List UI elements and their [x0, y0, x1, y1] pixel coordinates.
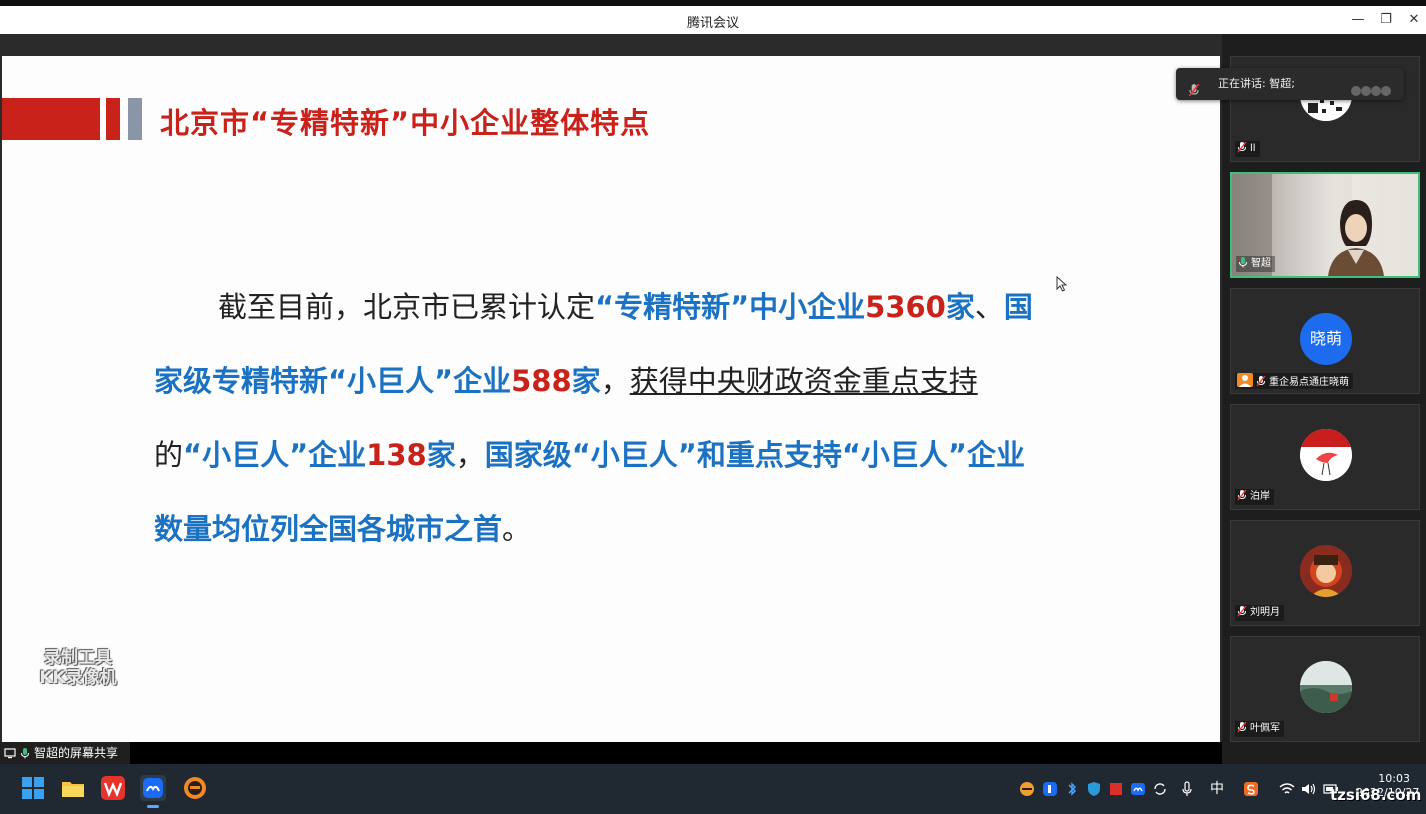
participant-tile[interactable]: 叶佩军 [1230, 636, 1420, 742]
mic-muted-icon [1256, 375, 1266, 387]
crane-avatar-icon [1300, 429, 1352, 481]
participant-name: 泊岸 [1235, 489, 1274, 505]
mouse-cursor-icon [1056, 275, 1068, 296]
share-label-text: 智超的屏幕共享 [34, 746, 119, 760]
security-shield-icon[interactable] [1085, 780, 1103, 798]
body-text-plain: 。 [502, 512, 532, 546]
body-number-highlight: 138 [366, 438, 427, 472]
body-text-plain: 、 [974, 290, 1004, 324]
participant-name-text: 智超 [1251, 258, 1271, 269]
site-watermark: tzsi68.com [1330, 786, 1422, 804]
body-number-highlight: 5360 [865, 290, 946, 324]
screen-share-label[interactable]: 智超的屏幕共享 [0, 742, 130, 764]
file-explorer-icon[interactable] [60, 775, 86, 801]
slide-body-paragraph: 截至目前，北京市已累计认定“专精特新”中小企业5360家、国家级专精特新“小巨人… [154, 270, 1044, 566]
title-decoration-bar [128, 98, 142, 140]
tray-app-icon[interactable] [1018, 780, 1036, 798]
tencent-meeting-tray-icon[interactable] [1129, 780, 1147, 798]
participant-name: 智超 [1236, 256, 1275, 272]
window-title: 腾讯会议 [686, 16, 739, 31]
mic-muted-icon [1237, 605, 1247, 617]
user-icon [1237, 373, 1253, 387]
body-text-plain: ， [455, 438, 485, 472]
minimize-button[interactable]: — [1346, 10, 1370, 30]
body-text-plain: 截至目前，北京市已累计认定 [218, 290, 596, 324]
participant-name-text: 叶佩军 [1250, 723, 1280, 734]
microphone-icon[interactable] [1178, 780, 1196, 798]
sync-icon[interactable] [1151, 780, 1169, 798]
body-text-highlight: “专精特新”中小企业 [595, 290, 866, 324]
speaking-indicator: 正在讲话: 智超; [1176, 68, 1404, 100]
wifi-icon[interactable] [1278, 780, 1296, 798]
speaking-text: 正在讲话: 智超; [1218, 77, 1295, 90]
windows-taskbar: 中 10:03 2022/10/27 [0, 764, 1426, 814]
participant-tile[interactable]: 晓萌 重企易点通庄晓萌 [1230, 288, 1420, 394]
volume-icon[interactable] [1300, 780, 1318, 798]
title-decoration-bar [106, 98, 120, 140]
landscape-avatar-icon [1300, 661, 1352, 713]
body-text-highlight: 家 [426, 438, 456, 472]
participant-name: 刘明月 [1235, 605, 1284, 621]
participant-panel: ll 智超 晓萌 重企易点通庄晓萌 泊岸 刘明月 叶佩军 [1222, 34, 1426, 764]
windows-start-icon[interactable] [20, 775, 46, 801]
participant-name-text: 刘明月 [1250, 607, 1280, 618]
title-decoration-bar [2, 98, 100, 140]
participant-tile-active[interactable]: 智超 [1230, 172, 1420, 278]
body-text-highlight: 家 [571, 364, 601, 398]
tencent-meeting-icon[interactable] [140, 775, 166, 808]
body-number-highlight: 588 [511, 364, 572, 398]
mic-muted-icon [1188, 78, 1200, 110]
participant-name: 叶佩军 [1235, 721, 1284, 737]
child-avatar-icon [1300, 545, 1352, 597]
participant-name-text: 重企易点通庄晓萌 [1269, 377, 1349, 388]
tray-lenovo-icon[interactable] [1041, 780, 1059, 798]
body-text-plain: ， [600, 364, 630, 398]
tray-red-app-icon[interactable] [1107, 780, 1125, 798]
body-text-highlight: 家 [945, 290, 975, 324]
sogou-ime-icon[interactable] [1242, 780, 1260, 798]
mic-muted-icon [1237, 489, 1247, 501]
restore-button[interactable]: ❐ [1374, 10, 1398, 30]
slide-title: 北京市“专精特新”中小企业整体特点 [160, 106, 651, 140]
recorder-watermark: 录制工具 KK录像机 [26, 648, 130, 688]
window-titlebar: 腾讯会议 — ❐ ✕ [0, 0, 1426, 34]
participant-name-text: ll [1250, 143, 1256, 154]
participant-name-text: 泊岸 [1250, 491, 1270, 502]
watermark-line: 录制工具 [44, 648, 112, 668]
body-text-highlight: “小巨人”企业 [183, 438, 367, 472]
kk-recorder-icon[interactable] [182, 775, 208, 801]
presentation-slide: 北京市“专精特新”中小企业整体特点 截至目前，北京市已累计认定“专精特新”中小企… [2, 56, 1220, 742]
bluetooth-icon[interactable] [1063, 780, 1081, 798]
participant-tile[interactable]: 泊岸 [1230, 404, 1420, 510]
mic-on-icon [19, 744, 31, 759]
screen-share-icon [4, 744, 16, 759]
participant-tile[interactable]: 刘明月 [1230, 520, 1420, 626]
ime-indicator[interactable]: 中 [1208, 780, 1226, 798]
participant-name: 重企易点通庄晓萌 [1235, 373, 1353, 389]
text-avatar: 晓萌 [1300, 313, 1352, 365]
mic-muted-icon [1237, 721, 1247, 733]
clock-time: 10:03 [1378, 772, 1410, 785]
wps-office-icon[interactable] [100, 775, 126, 801]
body-text-plain: 的 [154, 438, 184, 472]
watermark-line: KK录像机 [39, 668, 117, 688]
mic-on-icon [1238, 256, 1248, 268]
body-text-underlined: 获得中央财政资金重点支持 [629, 364, 978, 398]
mic-muted-icon [1237, 141, 1247, 153]
close-button[interactable]: ✕ [1402, 10, 1426, 30]
participant-name: ll [1235, 141, 1260, 157]
audio-level-icon [1350, 78, 1394, 96]
